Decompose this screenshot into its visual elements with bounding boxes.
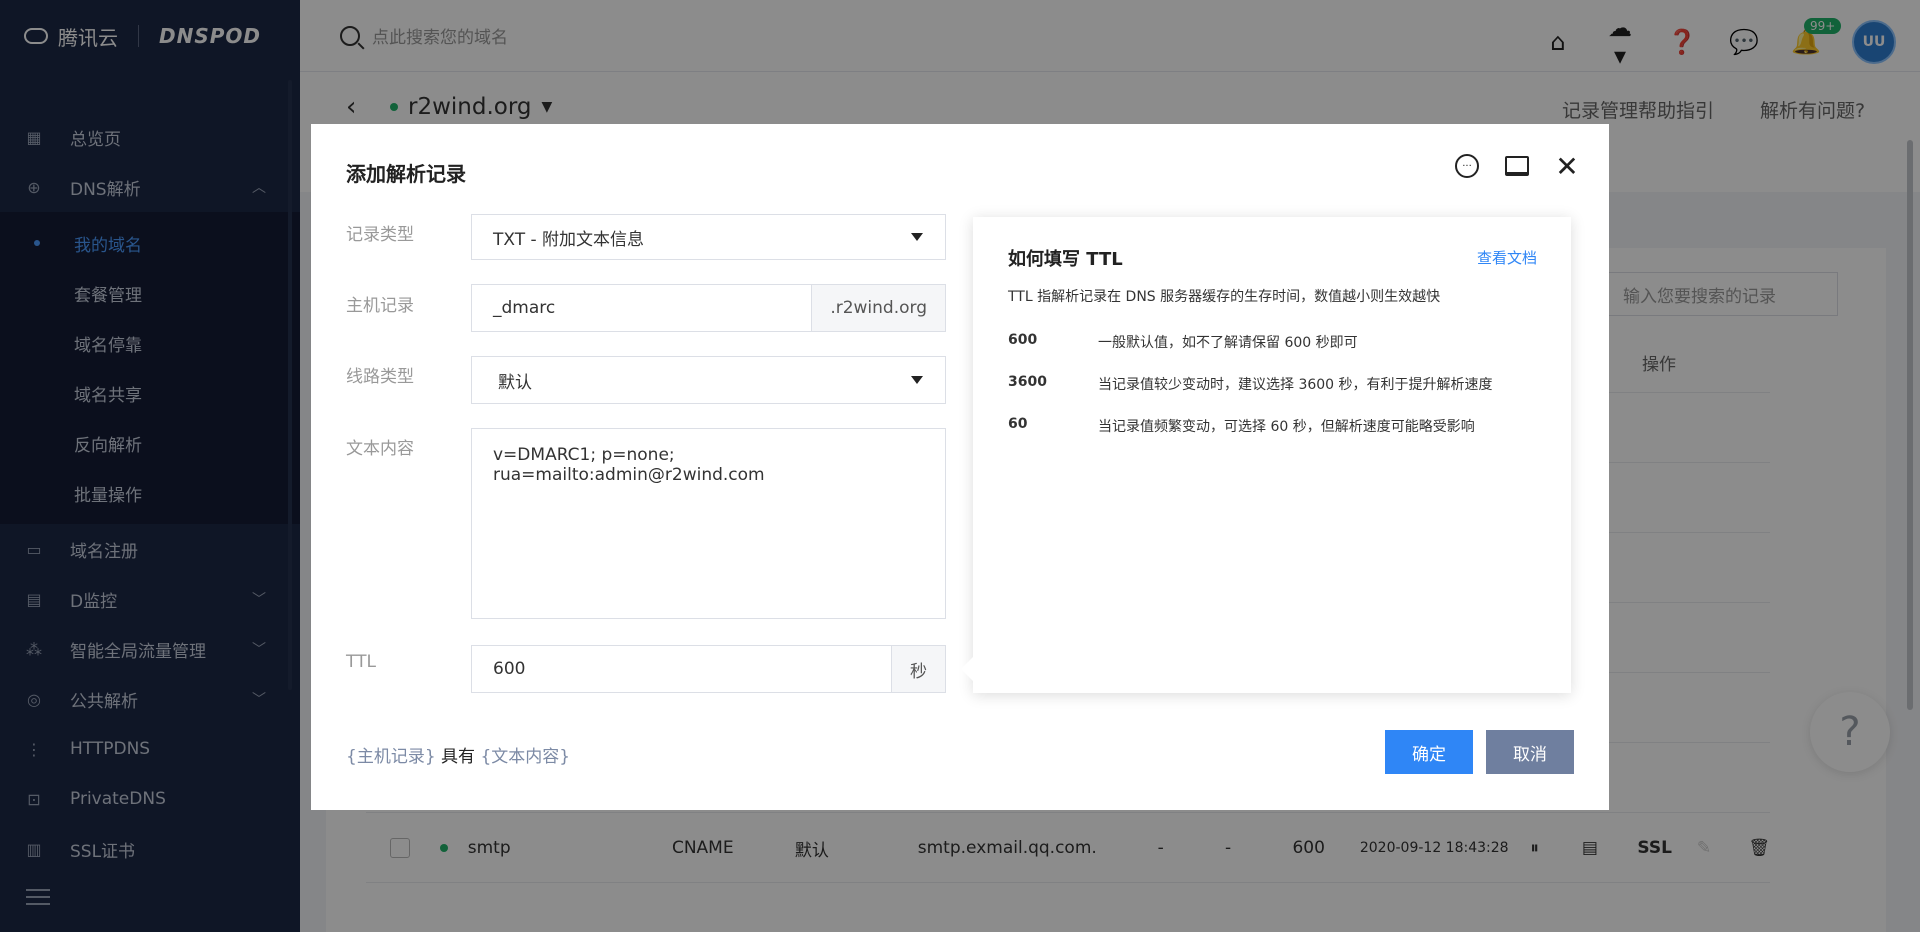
host-input[interactable]: _dmarc .r2wind.org [471, 284, 946, 332]
tip-row: 3600 当记录值较少变动时，建议选择 3600 秒，有利于提升解析速度 [1008, 374, 1493, 394]
line-select[interactable]: 默认 [471, 356, 946, 404]
ttl-input[interactable]: 600 秒 [471, 645, 946, 693]
modal-toolbar: ··· ✕ [1455, 150, 1579, 183]
caret-down-icon [911, 233, 923, 241]
tip-row-key: 600 [1008, 332, 1038, 348]
add-record-modal: 添加解析记录 ··· ✕ 记录类型 TXT - 附加文本信息 主机记录 _dma… [311, 124, 1609, 810]
tip-description: TTL 指解析记录在 DNS 服务器缓存的生存时间，数值越小则生效越快 [1008, 289, 1441, 305]
summary-has: 具有 [435, 747, 481, 767]
ttl-tip-panel: 如何填写 TTL 查看文档 TTL 指解析记录在 DNS 服务器缓存的生存时间，… [961, 217, 1571, 693]
record-type-select[interactable]: TXT - 附加文本信息 [471, 214, 946, 260]
tip-row: 60 当记录值频繁变动，可选择 60 秒，但解析速度可能略受影响 [1008, 416, 1475, 436]
tip-title: 如何填写 TTL [1008, 249, 1123, 270]
ttl-unit: 秒 [891, 646, 945, 692]
line-value: 默认 [498, 372, 532, 393]
cancel-button[interactable]: 取消 [1486, 730, 1574, 774]
minimize-icon[interactable] [1505, 156, 1529, 176]
content-value: v=DMARC1; p=none; rua=mailto:admin@r2win… [493, 445, 765, 485]
record-summary: {主机记录} 具有 {文本内容} [346, 742, 570, 767]
ttl-value: 600 [493, 659, 526, 679]
host-label: 主机记录 [346, 296, 414, 316]
content-textarea[interactable]: v=DMARC1; p=none; rua=mailto:admin@r2win… [471, 428, 946, 619]
record-type-label: 记录类型 [346, 225, 414, 245]
summary-host: {主机记录} [346, 747, 436, 767]
line-label: 线路类型 [346, 367, 414, 387]
tip-row: 600 一般默认值，如不了解请保留 600 秒即可 [1008, 332, 1358, 352]
close-icon[interactable]: ✕ [1555, 150, 1579, 183]
tip-row-key: 3600 [1008, 374, 1047, 390]
host-value: _dmarc [493, 298, 556, 318]
ttl-label: TTL [346, 652, 376, 672]
content-label: 文本内容 [346, 439, 414, 459]
tip-row-key: 60 [1008, 416, 1028, 432]
tip-row-value: 一般默认值，如不了解请保留 600 秒即可 [1098, 335, 1358, 351]
summary-content: {文本内容} [480, 747, 571, 767]
confirm-button[interactable]: 确定 [1385, 730, 1473, 774]
record-type-value: TXT - 附加文本信息 [493, 229, 645, 250]
feedback-icon[interactable]: ··· [1455, 154, 1479, 178]
tip-row-value: 当记录值频繁变动，可选择 60 秒，但解析速度可能略受影响 [1098, 419, 1475, 435]
host-suffix: .r2wind.org [811, 285, 945, 331]
tip-row-value: 当记录值较少变动时，建议选择 3600 秒，有利于提升解析速度 [1098, 377, 1493, 393]
modal-title: 添加解析记录 [346, 162, 466, 186]
caret-down-icon [911, 376, 923, 384]
view-docs-link[interactable]: 查看文档 [1477, 247, 1537, 268]
